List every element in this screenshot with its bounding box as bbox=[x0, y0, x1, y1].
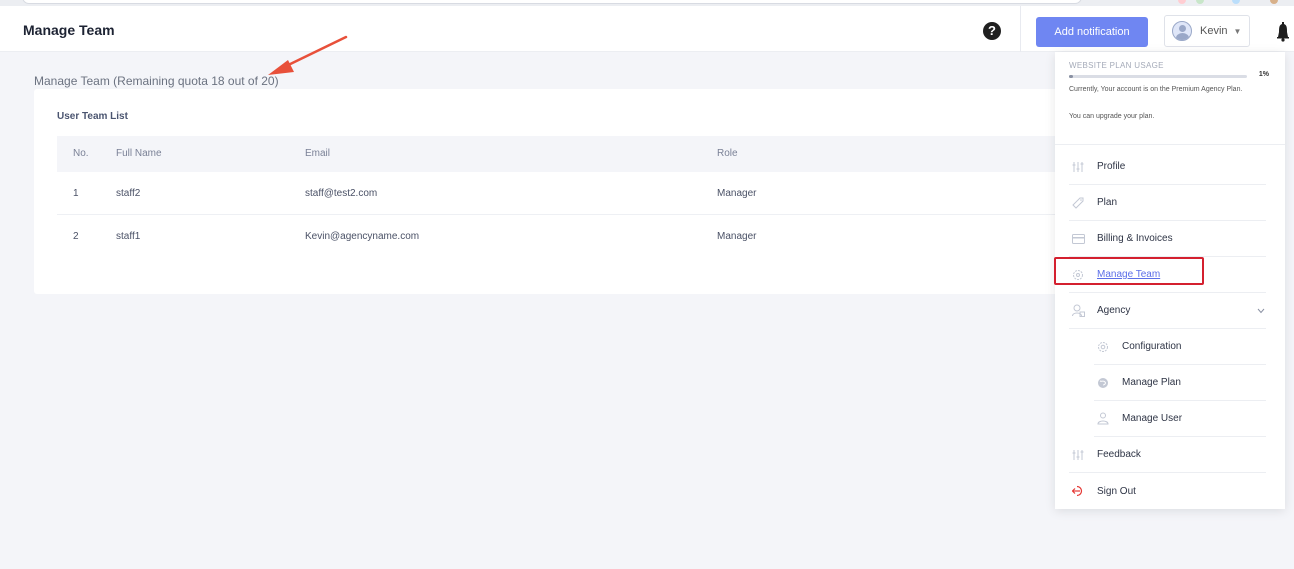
menu-item-profile[interactable]: Profile bbox=[1069, 149, 1266, 185]
menu-item-plan[interactable]: Plan bbox=[1069, 185, 1266, 221]
extension-icon[interactable] bbox=[1196, 0, 1204, 4]
menu-item-billing-invoices[interactable]: Billing & Invoices bbox=[1069, 221, 1266, 257]
cell-no: 2 bbox=[73, 231, 79, 242]
column-header-no: No. bbox=[73, 148, 89, 159]
caret-down-icon: ▼ bbox=[1233, 26, 1242, 36]
team-list-title: User Team List bbox=[57, 111, 128, 122]
menu-item-label: Agency bbox=[1097, 305, 1131, 316]
usage-progress-fill bbox=[1069, 75, 1073, 78]
credit-card-icon bbox=[1071, 232, 1085, 246]
menu-item-manage-user[interactable]: Manage User bbox=[1094, 401, 1266, 437]
user-menu-toggle[interactable]: Kevin ▼ bbox=[1164, 15, 1250, 47]
user-dropdown-menu: WEBSITE PLAN USAGE 1% Currently, Your ac… bbox=[1055, 52, 1285, 509]
upgrade-text[interactable]: You can upgrade your plan. bbox=[1069, 113, 1154, 120]
cell-no: 1 bbox=[73, 188, 79, 199]
bell-icon[interactable] bbox=[1276, 22, 1290, 42]
table-row[interactable]: 1 staff2 staff@test2.com Manager bbox=[57, 172, 1094, 215]
usage-label: WEBSITE PLAN USAGE bbox=[1069, 61, 1164, 70]
usage-progress-bar bbox=[1069, 75, 1247, 78]
divider bbox=[1020, 6, 1021, 52]
menu-item-label: Manage Team bbox=[1097, 269, 1161, 280]
menu-item-configuration[interactable]: Configuration bbox=[1094, 329, 1266, 365]
address-bar[interactable] bbox=[22, 0, 1082, 4]
menu-item-label: Manage Plan bbox=[1122, 377, 1181, 388]
question-circle-icon[interactable]: ? bbox=[983, 22, 1001, 40]
column-header-role: Role bbox=[717, 148, 738, 159]
cell-full-name: staff2 bbox=[116, 188, 141, 199]
annotation-arrow-icon bbox=[268, 35, 348, 75]
extension-icon[interactable] bbox=[1232, 0, 1240, 4]
quota-heading: Manage Team (Remaining quota 18 out of 2… bbox=[34, 74, 279, 88]
team-list-card: User Team List No. Full Name Email Role … bbox=[34, 89, 1094, 294]
cell-full-name: staff1 bbox=[116, 231, 141, 242]
menu-item-sign-out[interactable]: Sign Out bbox=[1069, 473, 1266, 509]
usage-description: Currently, Your account is on the Premiu… bbox=[1069, 86, 1243, 93]
menu-item-feedback[interactable]: Feedback bbox=[1069, 437, 1266, 473]
menu-item-agency[interactable]: Agency bbox=[1069, 293, 1266, 329]
menu-item-label: Manage User bbox=[1122, 413, 1183, 424]
menu-item-label: Feedback bbox=[1097, 449, 1141, 460]
chevron-down-icon[interactable] bbox=[1256, 306, 1266, 316]
usage-percent: 1% bbox=[1258, 71, 1269, 78]
sliders-icon bbox=[1071, 448, 1085, 462]
plan-usage-section: WEBSITE PLAN USAGE 1% Currently, Your ac… bbox=[1055, 52, 1285, 145]
add-notification-button[interactable]: Add notification bbox=[1036, 17, 1148, 47]
sliders-icon bbox=[1071, 160, 1085, 174]
sign-out-icon bbox=[1071, 484, 1085, 498]
avatar bbox=[1172, 21, 1192, 41]
page-title: Manage Team bbox=[23, 22, 115, 38]
menu-item-label: Profile bbox=[1097, 161, 1126, 172]
plan-globe-icon bbox=[1096, 376, 1110, 390]
menu-item-label: Plan bbox=[1097, 197, 1118, 208]
cell-email: Kevin@agencyname.com bbox=[305, 231, 420, 242]
menu-item-manage-plan[interactable]: Manage Plan bbox=[1094, 365, 1266, 401]
user-icon bbox=[1096, 412, 1110, 426]
cell-email: staff@test2.com bbox=[305, 188, 378, 199]
table-header: No. Full Name Email Role bbox=[57, 136, 1094, 172]
column-header-full-name: Full Name bbox=[116, 148, 162, 159]
menu-item-label: Sign Out bbox=[1097, 485, 1136, 497]
menu-item-manage-team[interactable]: Manage Team bbox=[1069, 257, 1266, 293]
menu-item-label: Configuration bbox=[1122, 341, 1182, 352]
extension-icon[interactable] bbox=[1178, 0, 1186, 4]
column-header-email: Email bbox=[305, 148, 331, 159]
top-bar: Manage Team ? Add notification Kevin ▼ bbox=[0, 6, 1294, 52]
profile-icon[interactable] bbox=[1270, 0, 1278, 4]
table-row[interactable]: 2 staff1 Kevin@agencyname.com Manager bbox=[57, 215, 1094, 258]
team-gear-icon bbox=[1071, 268, 1085, 282]
team-table: No. Full Name Email Role 1 staff2 staff@… bbox=[57, 136, 1094, 258]
tag-icon bbox=[1071, 196, 1085, 210]
cell-role: Manager bbox=[717, 231, 757, 242]
menu-item-label: Billing & Invoices bbox=[1097, 233, 1173, 244]
user-name: Kevin bbox=[1200, 25, 1228, 37]
cell-role: Manager bbox=[717, 188, 757, 199]
agency-user-icon bbox=[1071, 304, 1085, 318]
gear-icon bbox=[1096, 340, 1110, 354]
